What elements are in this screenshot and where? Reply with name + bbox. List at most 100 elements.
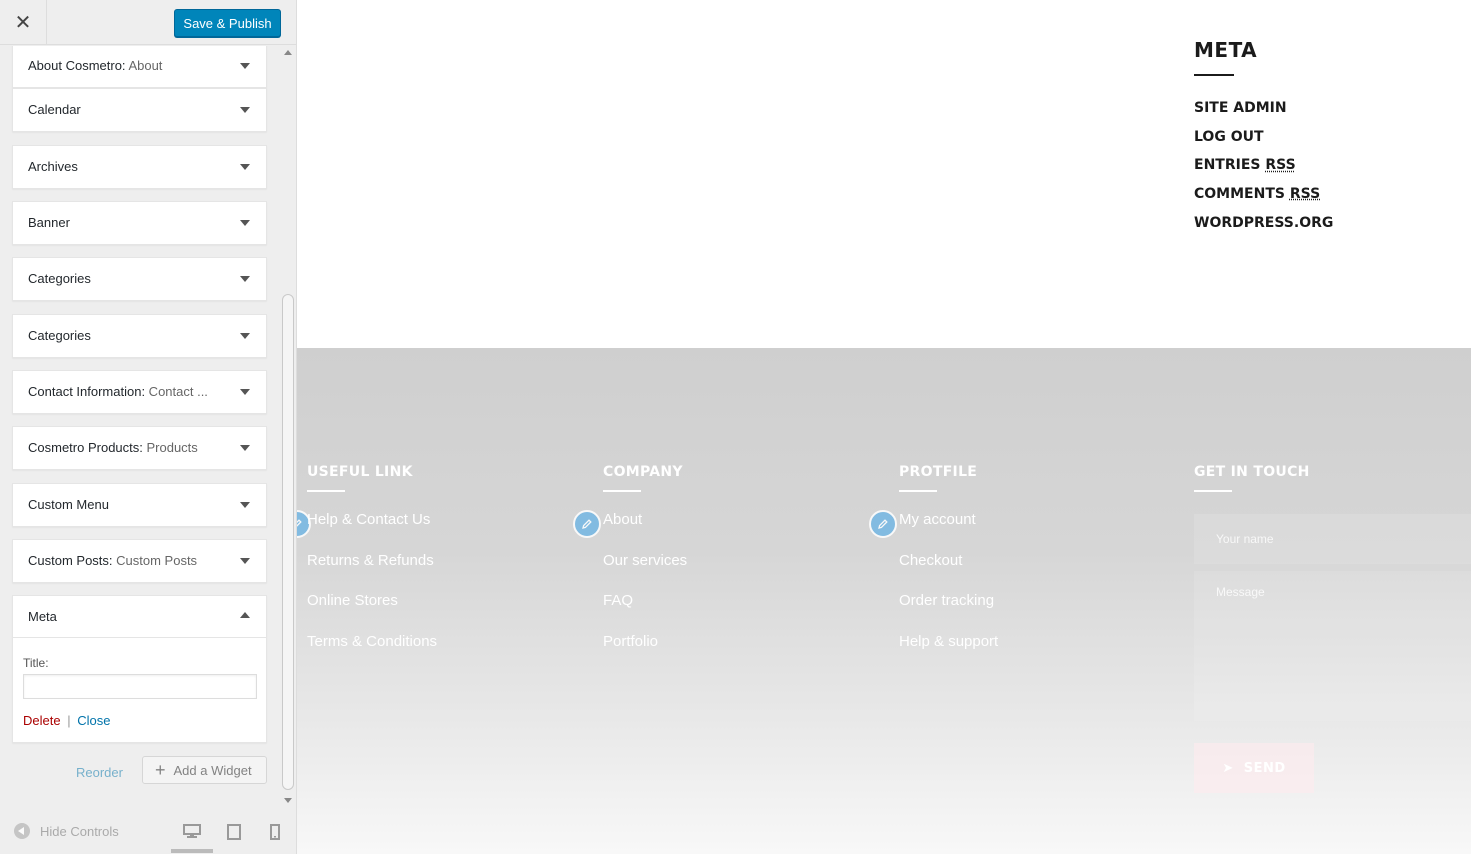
widget-title: Cosmetro Products: bbox=[28, 440, 143, 455]
heading-underline bbox=[899, 490, 937, 492]
widget-meta-header[interactable]: Meta bbox=[13, 596, 266, 638]
pencil-icon bbox=[582, 519, 592, 529]
hide-controls-button[interactable]: Hide Controls bbox=[14, 823, 119, 839]
widget-title: Categories bbox=[28, 271, 91, 286]
sidebar-scrollbar[interactable] bbox=[281, 46, 295, 806]
footer-link[interactable]: FAQ bbox=[603, 591, 687, 632]
widget-meta-expanded: Meta Title: Delete | Close bbox=[12, 595, 267, 743]
footer-heading: GET IN TOUCH bbox=[1194, 464, 1310, 480]
expand-arrow-icon[interactable] bbox=[240, 63, 250, 69]
meta-link-site-admin[interactable]: SITE ADMIN bbox=[1194, 98, 1333, 127]
footer-column-profile: PROTFILE My account Checkout Order track… bbox=[899, 464, 998, 672]
footer-link[interactable]: Our services bbox=[603, 551, 687, 592]
heading-underline bbox=[1194, 490, 1232, 492]
heading-underline bbox=[603, 490, 641, 492]
save-publish-button[interactable]: Save & Publish bbox=[174, 9, 281, 37]
scroll-up-arrow-icon[interactable] bbox=[284, 50, 292, 55]
expand-arrow-icon[interactable] bbox=[240, 502, 250, 508]
footer-column-company: COMPANY About Our services FAQ Portfolio bbox=[603, 464, 687, 672]
collapse-left-icon bbox=[14, 823, 30, 839]
footer-link[interactable]: Portfolio bbox=[603, 632, 687, 673]
tablet-icon[interactable] bbox=[227, 824, 241, 840]
widget-categories-2[interactable]: Categories bbox=[12, 314, 267, 358]
widget-title: Custom Menu bbox=[28, 497, 109, 512]
expand-arrow-icon[interactable] bbox=[240, 107, 250, 113]
footer-link[interactable]: Online Stores bbox=[307, 591, 437, 632]
customizer-sidebar: ✕ Save & Publish About Cosmetro: About C… bbox=[0, 0, 297, 854]
active-device-indicator bbox=[171, 849, 213, 853]
footer-link[interactable]: Terms & Conditions bbox=[307, 632, 437, 673]
widget-custom-menu[interactable]: Custom Menu bbox=[12, 483, 267, 527]
customizer-footer: Hide Controls bbox=[0, 808, 296, 854]
desktop-icon[interactable] bbox=[183, 824, 201, 838]
close-icon: ✕ bbox=[14, 12, 32, 34]
scroll-down-arrow-icon[interactable] bbox=[284, 798, 292, 803]
heading-underline bbox=[307, 490, 345, 492]
expand-arrow-icon[interactable] bbox=[240, 558, 250, 564]
widget-list: About Cosmetro: About Calendar Archives … bbox=[0, 46, 280, 806]
heading-underline bbox=[1194, 74, 1234, 76]
contact-message-input[interactable] bbox=[1194, 571, 1471, 721]
widget-title: Banner bbox=[28, 215, 70, 230]
separator: | bbox=[67, 713, 71, 728]
widget-contact-information[interactable]: Contact Information: Contact ... bbox=[12, 370, 267, 414]
footer-heading: USEFUL LINK bbox=[307, 464, 413, 480]
expand-arrow-icon[interactable] bbox=[240, 389, 250, 395]
widget-actions: Delete | Close bbox=[23, 713, 110, 728]
pencil-icon bbox=[297, 519, 302, 527]
widget-title: Archives bbox=[28, 159, 78, 174]
widget-about-cosmetro[interactable]: About Cosmetro: About bbox=[12, 46, 267, 88]
footer-link[interactable]: My account bbox=[899, 510, 998, 551]
meta-link-log-out[interactable]: LOG OUT bbox=[1194, 127, 1333, 156]
meta-link-wordpress-org[interactable]: WORDPRESS.ORG bbox=[1194, 213, 1333, 242]
footer-link[interactable]: Returns & Refunds bbox=[307, 551, 437, 592]
widget-title: About Cosmetro: bbox=[28, 58, 126, 73]
widget-cosmetro-products[interactable]: Cosmetro Products: Products bbox=[12, 426, 267, 470]
expand-arrow-icon[interactable] bbox=[240, 445, 250, 451]
send-button[interactable]: ➤ SEND bbox=[1194, 743, 1314, 793]
collapse-arrow-icon[interactable] bbox=[240, 612, 250, 618]
meta-heading: META bbox=[1194, 38, 1258, 62]
meta-widget-preview: META SITE ADMIN LOG OUT ENTRIES RSS COMM… bbox=[1194, 38, 1333, 241]
add-widget-label: Add a Widget bbox=[173, 762, 252, 778]
mobile-icon[interactable] bbox=[270, 824, 280, 840]
title-field-input[interactable] bbox=[23, 674, 257, 699]
footer-links: About Our services FAQ Portfolio bbox=[603, 510, 687, 672]
meta-links: SITE ADMIN LOG OUT ENTRIES RSS COMMENTS … bbox=[1194, 98, 1333, 241]
expand-arrow-icon[interactable] bbox=[240, 333, 250, 339]
expand-arrow-icon[interactable] bbox=[240, 164, 250, 170]
add-widget-button[interactable]: + Add a Widget bbox=[142, 756, 267, 784]
widget-subtitle: Products bbox=[142, 440, 198, 455]
widget-categories-1[interactable]: Categories bbox=[12, 257, 267, 301]
meta-link-entries-rss[interactable]: ENTRIES RSS bbox=[1194, 155, 1333, 184]
footer-link[interactable]: Checkout bbox=[899, 551, 998, 592]
contact-name-input[interactable] bbox=[1194, 514, 1471, 564]
scrollbar-thumb[interactable] bbox=[282, 294, 294, 790]
widget-subtitle: About bbox=[125, 58, 163, 73]
delete-widget-link[interactable]: Delete bbox=[23, 713, 61, 728]
footer-links: My account Checkout Order tracking Help … bbox=[899, 510, 998, 672]
title-field-label: Title: bbox=[23, 656, 49, 670]
meta-link-comments-rss[interactable]: COMMENTS RSS bbox=[1194, 184, 1333, 213]
widget-title: Contact Information: bbox=[28, 384, 146, 399]
footer-link[interactable]: Order tracking bbox=[899, 591, 998, 632]
site-preview: META SITE ADMIN LOG OUT ENTRIES RSS COMM… bbox=[297, 0, 1471, 854]
footer-link[interactable]: About bbox=[603, 510, 687, 551]
footer-link[interactable]: Help & support bbox=[899, 632, 998, 673]
footer-links: Help & Contact Us Returns & Refunds Onli… bbox=[307, 510, 437, 672]
widget-title: Custom Posts: bbox=[28, 553, 113, 568]
close-widget-link[interactable]: Close bbox=[77, 713, 110, 728]
widget-custom-posts[interactable]: Custom Posts: Custom Posts bbox=[12, 539, 267, 583]
widget-title: Meta bbox=[28, 609, 57, 624]
widget-archives[interactable]: Archives bbox=[12, 145, 267, 189]
edit-shortcut-profile[interactable] bbox=[869, 510, 897, 538]
widget-calendar[interactable]: Calendar bbox=[12, 88, 267, 132]
reorder-link[interactable]: Reorder bbox=[76, 765, 123, 780]
edit-shortcut-company[interactable] bbox=[573, 510, 601, 538]
expand-arrow-icon[interactable] bbox=[240, 276, 250, 282]
expand-arrow-icon[interactable] bbox=[240, 220, 250, 226]
widget-banner[interactable]: Banner bbox=[12, 201, 267, 245]
footer-column-useful-link: USEFUL LINK Help & Contact Us Returns & … bbox=[307, 464, 437, 672]
close-customizer-button[interactable]: ✕ bbox=[0, 0, 47, 45]
footer-link[interactable]: Help & Contact Us bbox=[307, 510, 437, 551]
